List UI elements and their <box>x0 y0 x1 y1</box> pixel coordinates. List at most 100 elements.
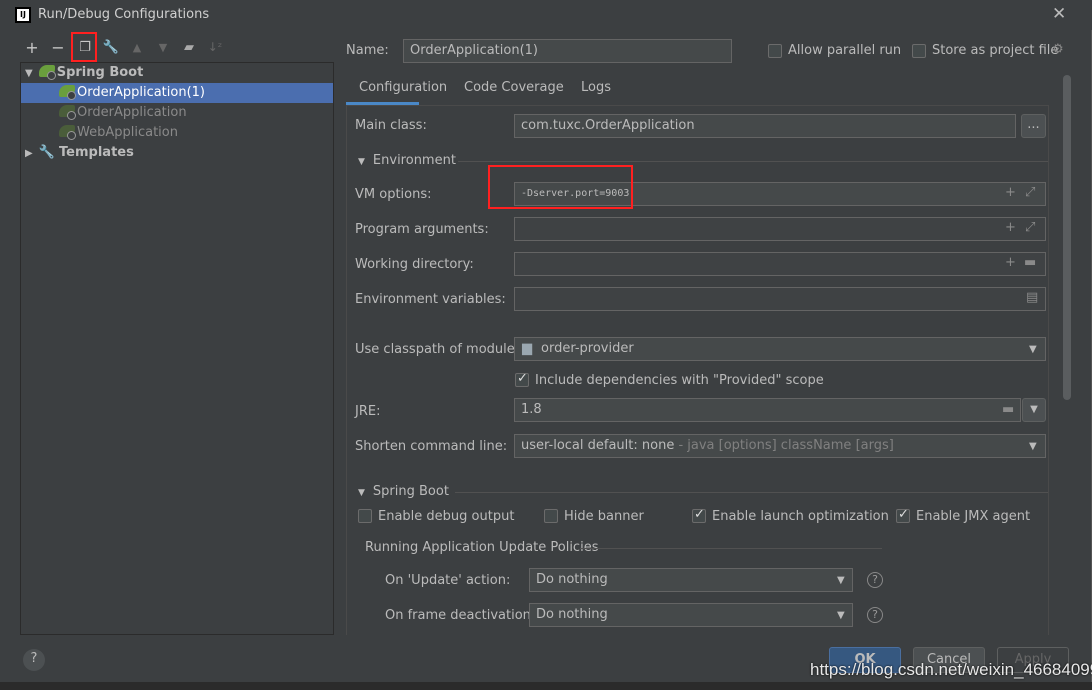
chevron-down-icon[interactable]: ▼ <box>837 575 845 586</box>
working-dir-input[interactable] <box>514 252 1046 276</box>
expand-icon[interactable]: ⤢ <box>1025 185 1035 200</box>
run-debug-dialog: IJ Run/Debug Configurations ✕ + − ❐ 🔧 ▲ … <box>0 0 1092 682</box>
templates-group[interactable]: ▶ 🔧 Templates <box>25 143 134 163</box>
add-icon[interactable]: + <box>1005 185 1016 200</box>
env-vars-input[interactable] <box>514 287 1046 311</box>
templates-label: Templates <box>59 145 134 160</box>
spring-boot-icon <box>59 85 76 100</box>
section-title: Environment <box>372 153 456 168</box>
collapse-icon[interactable]: ▼ <box>358 157 365 167</box>
item-label: OrderApplication <box>77 105 187 120</box>
add-icon[interactable]: + <box>1005 255 1016 270</box>
spring-boot-icon <box>38 65 56 80</box>
classpath-select[interactable]: order-provider <box>514 337 1046 361</box>
frame-deactivation-label: On frame deactivation: <box>385 608 536 623</box>
folder-icon[interactable]: ▬ <box>1002 402 1014 417</box>
program-args-label: Program arguments: <box>355 222 489 237</box>
collapse-icon[interactable]: ▼ <box>358 488 365 498</box>
store-project-label: Store as project file <box>932 43 1059 58</box>
add-icon[interactable]: + <box>23 38 41 57</box>
tab-code-coverage[interactable]: Code Coverage <box>464 80 564 95</box>
remove-icon[interactable]: − <box>49 38 67 57</box>
name-input[interactable]: OrderApplication(1) <box>403 39 732 63</box>
launch-opt-checkbox[interactable] <box>692 507 706 523</box>
tree-item-orderapplication-1[interactable]: OrderApplication(1) <box>21 83 333 103</box>
selected-value: user-local default: none <box>521 438 675 453</box>
move-up-icon[interactable]: ▲ <box>128 41 146 54</box>
folder-icon[interactable]: ▬ <box>1024 255 1036 270</box>
main-class-label: Main class: <box>355 118 427 133</box>
scrollbar[interactable] <box>1063 75 1071 400</box>
divider <box>455 492 1048 493</box>
classpath-label: Use classpath of module: <box>355 342 520 357</box>
tab-logs[interactable]: Logs <box>581 80 611 95</box>
help-icon[interactable]: ? <box>867 572 883 588</box>
new-folder-icon[interactable]: ▰ <box>180 40 198 55</box>
document-icon[interactable]: ▤ <box>1026 290 1038 305</box>
title-bar: IJ Run/Debug Configurations ✕ <box>0 0 1092 30</box>
chevron-down-icon[interactable]: ▼ <box>1029 344 1037 355</box>
policies-title: Running Application Update Policies <box>365 540 599 555</box>
name-label: Name: <box>346 43 389 58</box>
divider <box>580 548 882 549</box>
allow-parallel-checkbox[interactable] <box>768 44 782 58</box>
browse-button[interactable]: ... <box>1021 114 1046 138</box>
watermark: https://blog.csdn.net/weixin_46684099 <box>810 660 1092 679</box>
close-icon[interactable]: ✕ <box>1052 4 1066 24</box>
allow-parallel-label: Allow parallel run <box>788 43 902 58</box>
move-down-icon[interactable]: ▼ <box>154 41 172 54</box>
help-button[interactable]: ? <box>23 649 45 671</box>
environment-section[interactable]: ▼ Environment <box>358 153 456 168</box>
hide-banner-label: Hide banner <box>564 509 644 524</box>
launch-opt-label: Enable launch optimization <box>712 509 889 524</box>
shorten-select[interactable]: user-local default: none - java [options… <box>514 434 1046 458</box>
jmx-label: Enable JMX agent <box>916 509 1031 524</box>
jre-dropdown-button[interactable]: ▼ <box>1022 398 1046 422</box>
chevron-down-icon[interactable]: ▼ <box>837 610 845 621</box>
item-label: WebApplication <box>77 125 178 140</box>
highlight-copy-box <box>71 32 97 62</box>
vm-options-label: VM options: <box>355 187 432 202</box>
tab-configuration[interactable]: Configuration <box>359 80 447 95</box>
tree-item-orderapplication[interactable]: OrderApplication <box>59 103 187 123</box>
tree-item-webapplication[interactable]: WebApplication <box>59 123 178 143</box>
hint-text: - java [options] className [args] <box>674 438 894 453</box>
debug-output-checkbox[interactable] <box>358 509 372 523</box>
section-title: Spring Boot <box>372 484 449 499</box>
env-vars-label: Environment variables: <box>355 292 506 307</box>
frame-deactivation-select[interactable]: Do nothing <box>529 603 853 627</box>
update-action-label: On 'Update' action: <box>385 573 511 588</box>
item-label: OrderApplication(1) <box>77 85 205 100</box>
window-title: Run/Debug Configurations <box>38 7 210 22</box>
sort-icon[interactable]: ↓ᶻ <box>206 40 224 54</box>
expand-icon[interactable]: ▶ <box>25 148 33 159</box>
hide-banner-checkbox[interactable] <box>544 509 558 523</box>
gear-icon[interactable]: ⚙ <box>1052 42 1064 57</box>
jre-label: JRE: <box>355 404 381 419</box>
spring-boot-icon <box>59 125 76 140</box>
jmx-checkbox[interactable] <box>896 507 910 523</box>
wrench-icon: 🔧 <box>38 145 55 160</box>
help-icon[interactable]: ? <box>867 607 883 623</box>
jre-input[interactable]: 1.8 <box>514 398 1021 422</box>
group-label: Spring Boot <box>56 65 144 80</box>
config-tree: ▼ Spring Boot OrderApplication(1) OrderAp… <box>20 62 334 635</box>
expand-icon[interactable]: ⤢ <box>1025 220 1035 235</box>
wrench-icon[interactable]: 🔧 <box>102 40 120 55</box>
spring-boot-group[interactable]: ▼ Spring Boot <box>25 63 143 83</box>
working-dir-label: Working directory: <box>355 257 474 272</box>
add-icon[interactable]: + <box>1005 220 1016 235</box>
shorten-label: Shorten command line: <box>355 439 508 454</box>
module-icon: ▆ <box>522 341 532 356</box>
expand-icon[interactable]: ▼ <box>25 68 33 79</box>
divider <box>458 161 1048 162</box>
spring-boot-section[interactable]: ▼ Spring Boot <box>358 484 449 499</box>
store-project-checkbox[interactable] <box>912 44 926 58</box>
highlight-vm-options-box <box>488 165 633 209</box>
program-args-input[interactable] <box>514 217 1046 241</box>
include-deps-checkbox[interactable] <box>515 371 529 387</box>
intellij-logo: IJ <box>15 7 31 23</box>
update-action-select[interactable]: Do nothing <box>529 568 853 592</box>
chevron-down-icon[interactable]: ▼ <box>1029 441 1037 452</box>
main-class-input[interactable]: com.tuxc.OrderApplication <box>514 114 1016 138</box>
